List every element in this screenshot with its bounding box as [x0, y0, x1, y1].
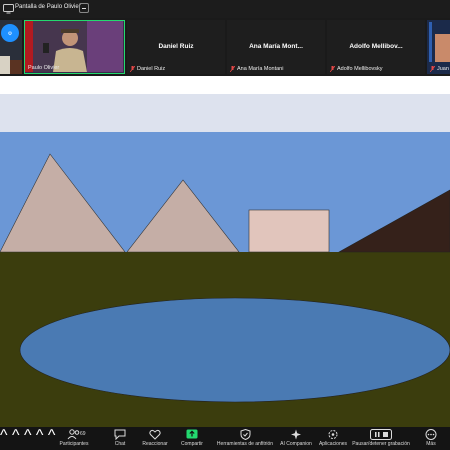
participant-name-tag: Adolfo Mellibovsky: [330, 66, 383, 72]
ai-companion-button[interactable]: AI Companion: [278, 429, 314, 447]
sparkle-icon: [291, 429, 301, 440]
chat-button[interactable]: Chat: [108, 429, 132, 447]
building: [248, 209, 330, 253]
window-title-bar: Pantalla de Paulo Olivier: [0, 0, 450, 18]
apps-label: Aplicaciones: [318, 441, 348, 447]
participant-tile[interactable]: Daniel Ruiz Daniel Ruiz: [127, 20, 225, 74]
mic-muted-icon: [330, 66, 335, 72]
share-label: Compartir: [181, 441, 203, 447]
participant-video: ⚙: [0, 20, 22, 74]
minimize-icon[interactable]: [79, 3, 89, 13]
mic-muted-icon: [230, 66, 235, 72]
share-button[interactable]: Compartir: [178, 429, 206, 447]
share-screen-icon: [186, 429, 198, 439]
participant-name-tag: Paulo Olivier: [28, 65, 60, 71]
chevron-up-icon[interactable]: ^: [48, 427, 56, 444]
participant-name-tag: Juan: [430, 66, 449, 72]
ai-companion-label: AI Companion: [280, 441, 312, 447]
record-label: Pausar/detener grabación: [352, 441, 410, 447]
more-button[interactable]: Más: [420, 429, 442, 447]
participant-tile-right-partial[interactable]: Juan: [427, 20, 450, 74]
participant-tile-left-partial[interactable]: ⚙: [0, 20, 22, 74]
apps-button[interactable]: Aplicaciones: [316, 429, 350, 447]
mic-muted-icon: [430, 66, 435, 72]
participants-icon: [67, 429, 80, 440]
react-button[interactable]: Reaccionar: [140, 429, 170, 447]
participants-strip: ⚙ Paulo Olivier Daniel Ruiz Daniel Ruiz …: [0, 18, 450, 76]
participant-name-tag: Daniel Ruiz: [130, 66, 165, 72]
participants-label: Participantes: [59, 441, 89, 447]
participant-name-tag: Ana María Montani: [230, 66, 283, 72]
record-pause-stop-icon: [370, 429, 392, 440]
chat-icon: [114, 429, 126, 440]
host-tools-label: Herramientas de anfitrión: [216, 441, 274, 447]
apps-icon: [328, 430, 338, 439]
shield-icon: [240, 429, 250, 440]
heart-icon: [149, 429, 161, 440]
chevron-up-icon[interactable]: ^: [12, 427, 20, 444]
svg-text:⚙: ⚙: [8, 31, 13, 37]
shared-drawing-canvas: [0, 94, 450, 427]
chevron-up-icon[interactable]: ^: [36, 427, 44, 444]
chevron-up-icon[interactable]: ^: [24, 427, 32, 444]
window-title: Pantalla de Paulo Olivier: [15, 4, 81, 10]
meeting-toolbar: Participantes 69 ^ Chat ^ Reaccionar ^ C…: [0, 427, 450, 450]
participant-tile[interactable]: Ana María Mont... Ana María Montani: [227, 20, 325, 74]
participant-name: Ana María Mont...: [249, 43, 303, 50]
participant-tile-active-speaker[interactable]: Paulo Olivier: [24, 20, 125, 74]
lake: [19, 297, 450, 403]
host-tools-button[interactable]: Herramientas de anfitrión: [216, 429, 274, 447]
participant-name: Daniel Ruiz: [158, 43, 194, 50]
shared-screen: [0, 76, 450, 427]
participants-count: 69: [80, 431, 86, 437]
screen-share-icon: [3, 4, 14, 14]
participant-tile[interactable]: Adolfo Mellibov... Adolfo Mellibovsky: [327, 20, 425, 74]
chat-label: Chat: [114, 441, 126, 447]
more-icon: [425, 429, 437, 440]
more-label: Más: [426, 441, 436, 447]
sky-band: [0, 94, 450, 132]
participant-name: Adolfo Mellibov...: [349, 43, 403, 50]
chevron-up-icon[interactable]: ^: [0, 427, 8, 444]
pause-stop-recording-button[interactable]: Pausar/detener grabación: [352, 429, 410, 447]
react-label: Reaccionar: [142, 441, 168, 447]
mic-muted-icon: [130, 66, 135, 72]
